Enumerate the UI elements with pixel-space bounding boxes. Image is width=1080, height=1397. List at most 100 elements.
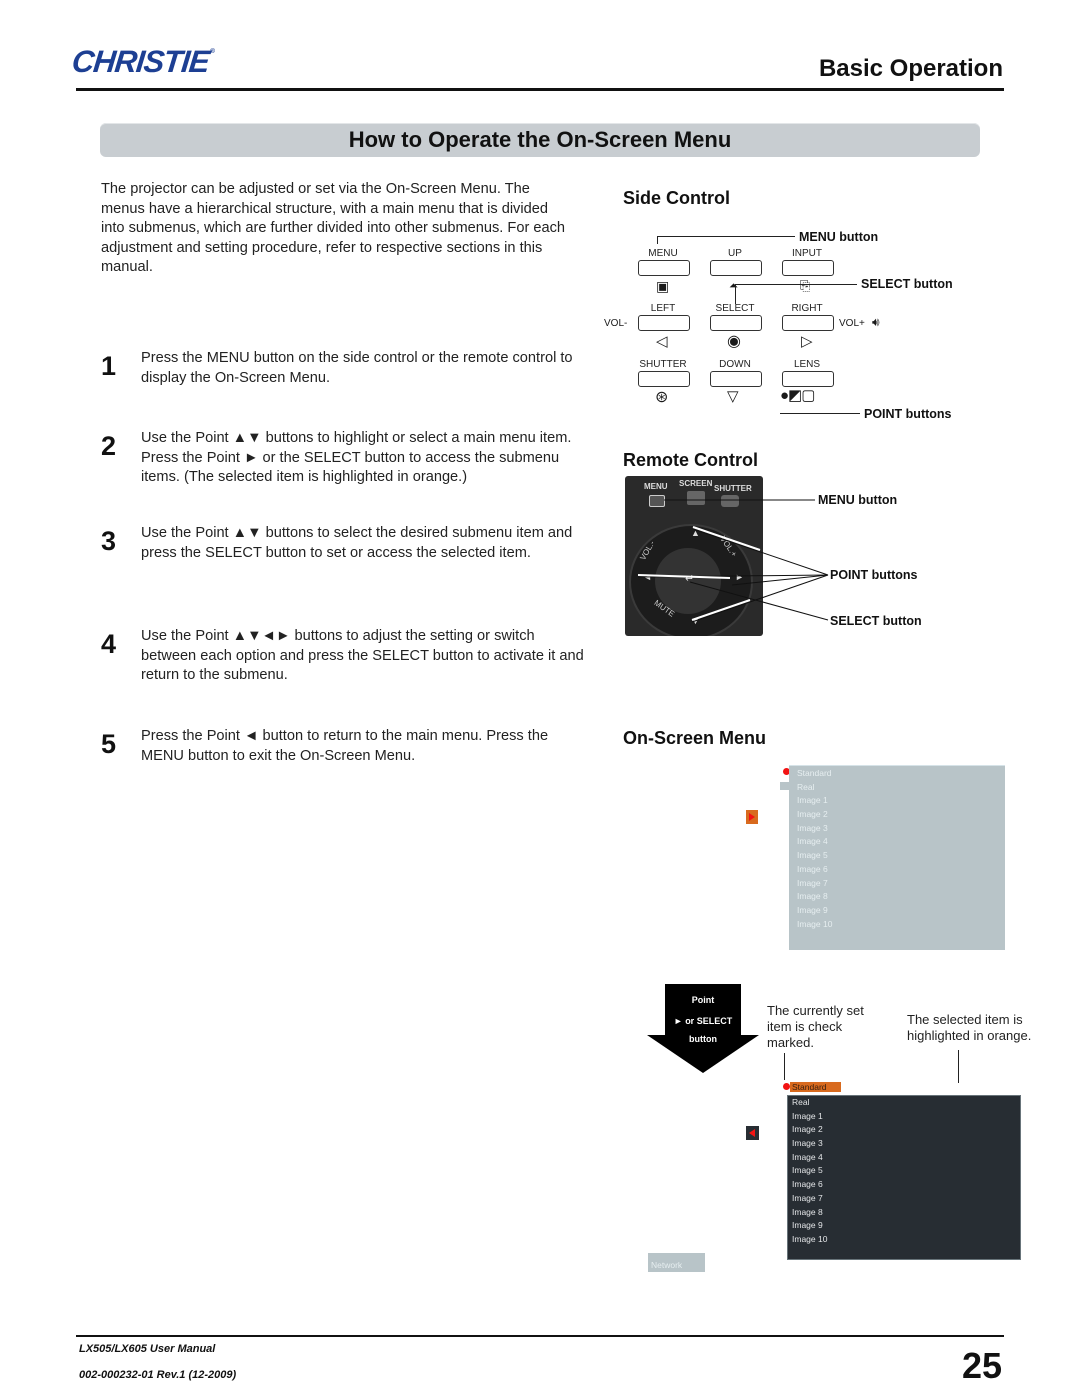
menu-key[interactable] — [638, 260, 690, 276]
point-buttons-callout: POINT buttons — [864, 407, 952, 421]
select-callout-line — [735, 284, 857, 285]
select-button-callout: SELECT button — [861, 277, 953, 291]
checked-item-note: The currently set item is check marked. — [767, 1003, 864, 1050]
right-triangle-icon: ▷ — [801, 333, 813, 350]
menu-key-label: MENU — [648, 248, 678, 259]
submenu-list: Standard Real Image 1 Image 2 Image 3 Im… — [789, 766, 1005, 931]
submenu-item[interactable]: Image 8 — [789, 890, 1005, 904]
submenu-arrow-right-icon[interactable] — [746, 810, 758, 824]
submenu-panel-active: Real Image 1 Image 2 Image 3 Image 4 Ima… — [787, 1095, 1021, 1260]
up-key[interactable] — [710, 260, 762, 276]
down-key-label: DOWN — [719, 359, 751, 370]
remote-menu-callout: MENU button — [818, 493, 898, 507]
arrow-text-select: ► or SELECT — [673, 1016, 733, 1026]
submenu-item[interactable]: Image 1 — [789, 794, 1005, 808]
submenu-item[interactable]: Standard — [789, 767, 1005, 781]
submenu-item[interactable]: Image 2 — [789, 808, 1005, 822]
remote-select-callout: SELECT button — [830, 614, 922, 628]
submenu-item[interactable]: Image 8 — [788, 1206, 1020, 1220]
submenu-item[interactable]: Image 4 — [789, 835, 1005, 849]
left-key-label: LEFT — [650, 303, 676, 314]
left-triangle-icon: ◁ — [656, 333, 668, 350]
submenu-item[interactable]: Image 7 — [788, 1192, 1020, 1206]
menu-callout-line — [657, 236, 795, 237]
step-number: 5 — [101, 729, 117, 759]
left-key[interactable] — [638, 315, 690, 331]
menu-icon: ▣ — [656, 278, 670, 294]
down-key[interactable] — [710, 371, 762, 387]
up-key-label: UP — [728, 248, 742, 259]
submenu-panel-inactive: Standard Real Image 1 Image 2 Image 3 Im… — [789, 765, 1005, 950]
highlight-note-leader — [958, 1050, 959, 1083]
checked-note-leader — [784, 1053, 785, 1080]
page-number: 25 — [961, 1345, 1002, 1386]
on-screen-menu-heading: On-Screen Menu — [623, 728, 767, 748]
input-key-label: INPUT — [792, 248, 822, 259]
submenu-item[interactable]: Image 5 — [789, 849, 1005, 863]
network-menu-item[interactable]: Network — [648, 1253, 705, 1272]
down-triangle-icon: ▽ — [727, 388, 739, 405]
remote-point-callout: POINT buttons — [830, 568, 918, 582]
brand-name: CHRISTIE — [70, 44, 211, 79]
submenu-item[interactable]: Image 6 — [789, 863, 1005, 877]
shutter-key-label: SHUTTER — [639, 359, 687, 370]
step-number: 4 — [101, 629, 117, 659]
select-key[interactable] — [710, 315, 762, 331]
submenu-item[interactable]: Image 9 — [788, 1219, 1020, 1233]
keystone-icon: ⏶ — [729, 280, 738, 292]
manual-title: LX505/LX605 User Manual — [79, 1343, 216, 1355]
submenu-item[interactable]: Image 10 — [788, 1233, 1020, 1247]
input-icon: ⎘ — [800, 278, 811, 293]
arrow-text-point: Point — [691, 995, 715, 1005]
right-key[interactable] — [782, 315, 834, 331]
highlighted-item[interactable]: Standard — [790, 1082, 841, 1092]
submenu-item[interactable]: Image 6 — [788, 1178, 1020, 1192]
lens-key[interactable] — [782, 371, 834, 387]
step-text: Press the Point ◄ button to return to th… — [141, 728, 549, 764]
shutter-key[interactable] — [638, 371, 690, 387]
intro-paragraph: The projector can be adjusted or set via… — [101, 181, 566, 275]
lens-key-label: LENS — [793, 359, 821, 370]
submenu-item[interactable]: Image 2 — [788, 1123, 1020, 1137]
submenu-item[interactable]: Image 1 — [788, 1110, 1020, 1124]
menu-callout-tick — [657, 236, 658, 244]
section-title: Basic Operation — [818, 55, 1003, 82]
submenu-list: Real Image 1 Image 2 Image 3 Image 4 Ima… — [788, 1096, 1020, 1247]
submenu-item[interactable]: Real — [788, 1096, 1020, 1110]
lens-icon: ●◩▢ — [780, 387, 815, 404]
submenu-item[interactable]: Image 3 — [788, 1137, 1020, 1151]
step-number: 2 — [101, 431, 117, 461]
submenu-item[interactable]: Real — [789, 781, 1005, 795]
remote-callout-lines — [637, 499, 829, 623]
speaker-icon: 🔊︎ — [872, 315, 880, 329]
submenu-item[interactable]: Image 3 — [789, 822, 1005, 836]
select-key-label: SELECT — [715, 303, 755, 314]
header-divider — [76, 88, 1004, 91]
christie-logo: CHRISTIE® — [70, 44, 215, 80]
vol-minus-label: VOL- — [604, 318, 628, 329]
side-control-heading: Side Control — [623, 188, 730, 208]
menu-button-callout: MENU button — [799, 230, 879, 244]
registered-mark: ® — [209, 48, 215, 55]
step-number: 1 — [101, 351, 117, 381]
vol-plus-label: VOL+ — [839, 318, 865, 329]
step-number: 3 — [101, 526, 117, 556]
step-text: Use the Point ▲▼ buttons to select the d… — [141, 525, 573, 561]
check-mark-icon — [783, 1083, 790, 1090]
submenu-item[interactable]: Image 10 — [789, 918, 1005, 932]
submenu-item[interactable]: Image 7 — [789, 877, 1005, 891]
remote-control-heading: Remote Control — [623, 450, 758, 470]
highlighted-item-note: The selected item is highlighted in oran… — [907, 1012, 1032, 1043]
submenu-item[interactable]: Image 4 — [788, 1151, 1020, 1165]
select-callout-tick — [735, 284, 736, 304]
input-key[interactable] — [782, 260, 834, 276]
submenu-item[interactable]: Image 9 — [789, 904, 1005, 918]
select-dot-icon: ◉ — [727, 333, 741, 350]
menu-tab-marker — [780, 782, 789, 790]
submenu-item[interactable]: Image 5 — [788, 1164, 1020, 1178]
document-number: 002-000232-01 Rev.1 (12-2009) — [79, 1369, 237, 1381]
back-arrow-left-icon[interactable] — [746, 1126, 759, 1140]
step-text: Press the MENU button on the side contro… — [141, 350, 573, 386]
point-callout-line — [780, 413, 860, 414]
page-title: How to Operate the On-Screen Menu — [348, 127, 732, 152]
